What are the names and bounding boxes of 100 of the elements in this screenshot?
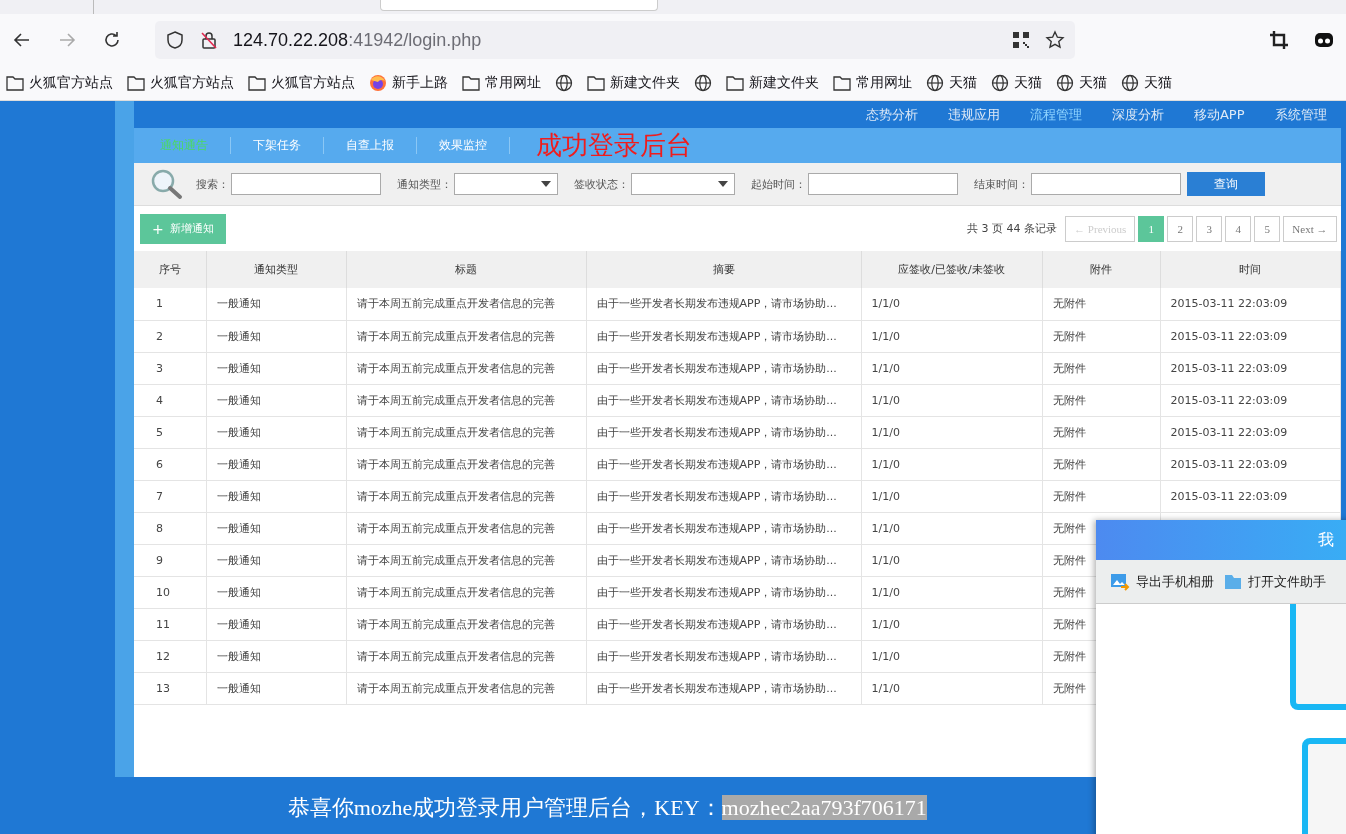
table-cell: 无附件 (1042, 448, 1160, 480)
nav-tab[interactable]: 深度分析 (1111, 105, 1164, 124)
sub-tab[interactable]: 效果监控 (417, 137, 510, 154)
page-button[interactable]: 2 (1167, 215, 1194, 242)
table-cell: 5 (134, 416, 206, 448)
bookmark[interactable]: 新建文件夹 (726, 74, 819, 92)
column-header: 时间 (1160, 251, 1340, 288)
table-cell: 一般通知 (206, 480, 346, 512)
filter-input[interactable] (231, 173, 381, 195)
success-message: 恭喜你mozhe成功登录用户管理后台，KEY：mozhec2aa793f706171 (287, 793, 927, 822)
crop-icon[interactable] (1269, 30, 1289, 50)
nav-tab[interactable]: 流程管理 (1029, 105, 1082, 124)
bookmark[interactable]: 常用网址 (833, 74, 912, 92)
folder-icon (127, 75, 145, 91)
nav-tab[interactable]: 系统管理 (1274, 105, 1327, 124)
folder-icon (248, 75, 266, 91)
bookmark[interactable]: 天猫 (1056, 74, 1107, 92)
table-cell: 请于本周五前完成重点开发者信息的完善 (346, 672, 586, 704)
folder-icon (833, 75, 851, 91)
folder-icon (462, 75, 480, 91)
nav-tab[interactable]: 移动APP (1193, 105, 1245, 124)
table-cell: 由于一些开发者长期发布违规APP，请市场协助... (586, 416, 861, 448)
search-icon (150, 168, 184, 200)
record-summary: 共 3 页 44 条记录 (967, 221, 1058, 236)
nav-tab[interactable]: 违规应用 (947, 105, 1000, 124)
fox-globe-icon (369, 74, 387, 92)
table-cell: 3 (134, 352, 206, 384)
table-cell: 无附件 (1042, 288, 1160, 320)
url-text: 124.70.22.208:41942/login.php (233, 29, 482, 51)
table-cell: 请于本周五前完成重点开发者信息的完善 (346, 640, 586, 672)
table-cell: 无附件 (1042, 320, 1160, 352)
bookmark[interactable]: 火狐官方站点 (248, 74, 355, 92)
nav-tab[interactable]: 态势分析 (865, 105, 918, 124)
table-cell: 7 (134, 480, 206, 512)
reload-icon[interactable] (102, 30, 122, 50)
table-cell: 请于本周五前完成重点开发者信息的完善 (346, 448, 586, 480)
table-cell: 8 (134, 512, 206, 544)
page-button[interactable]: 5 (1254, 215, 1281, 242)
bookmark[interactable]: 新建文件夹 (587, 74, 680, 92)
folder-icon (1224, 573, 1242, 590)
table-cell: 1/1/0 (861, 384, 1042, 416)
table-cell: 1/1/0 (861, 640, 1042, 672)
mask-icon[interactable] (1314, 30, 1334, 50)
filter-label: 通知类型： (397, 176, 452, 192)
bookmark[interactable]: 火狐官方站点 (127, 74, 234, 92)
filter-input[interactable] (808, 173, 958, 195)
table-cell: 一般通知 (206, 384, 346, 416)
bookmark[interactable]: 新手上路 (369, 74, 448, 92)
popup-action[interactable]: 打开文件助手 (1224, 572, 1326, 591)
star-icon[interactable] (1045, 30, 1065, 50)
table-cell: 请于本周五前完成重点开发者信息的完善 (346, 416, 586, 448)
table-cell: 1 (134, 288, 206, 320)
table-cell: 一般通知 (206, 576, 346, 608)
filter-input[interactable] (1031, 173, 1181, 195)
bookmark[interactable]: 天猫 (926, 74, 977, 92)
table-cell: 请于本周五前完成重点开发者信息的完善 (346, 480, 586, 512)
globe-icon (555, 74, 573, 92)
sub-tab[interactable]: 自查上报 (324, 137, 417, 154)
shield-icon[interactable] (165, 30, 185, 50)
bookmark[interactable]: 天猫 (991, 74, 1042, 92)
table-cell: 请于本周五前完成重点开发者信息的完善 (346, 608, 586, 640)
folder-icon (726, 75, 744, 91)
globe-icon (926, 74, 944, 92)
page-button[interactable]: 4 (1225, 215, 1252, 242)
folder-icon (6, 75, 24, 91)
table-cell: 无附件 (1042, 384, 1160, 416)
filter-label: 结束时间： (974, 176, 1029, 192)
filter-label: 起始时间： (751, 176, 806, 192)
bookmark[interactable]: 火狐官方站点 (6, 74, 113, 92)
filter-label: 搜索： (196, 176, 229, 192)
table-cell: 1/1/0 (861, 352, 1042, 384)
table-cell: 2015-03-11 22:03:09 (1160, 416, 1340, 448)
globe-icon (1056, 74, 1074, 92)
table-cell: 6 (134, 448, 206, 480)
table-cell: 4 (134, 384, 206, 416)
table-cell: 一般通知 (206, 416, 346, 448)
page-button[interactable]: 3 (1196, 215, 1223, 242)
query-button[interactable]: 查询 (1187, 172, 1265, 196)
table-cell: 1/1/0 (861, 544, 1042, 576)
bookmark[interactable]: 常用网址 (462, 74, 541, 92)
filter-label: 签收状态： (574, 176, 629, 192)
globe-icon (1121, 74, 1139, 92)
table-cell: 11 (134, 608, 206, 640)
sub-tab[interactable]: 下架任务 (231, 137, 324, 154)
banner-text: 成功登录后台 (536, 129, 692, 162)
insecure-lock-icon[interactable] (199, 30, 219, 50)
bookmark[interactable]: 天猫 (1121, 74, 1172, 92)
table-cell: 由于一些开发者长期发布违规APP，请市场协助... (586, 608, 861, 640)
qr-code-icon[interactable] (1011, 30, 1031, 50)
table-cell: 2015-03-11 22:03:09 (1160, 352, 1340, 384)
table-cell: 由于一些开发者长期发布违规APP，请市场协助... (586, 448, 861, 480)
table-cell: 1/1/0 (861, 448, 1042, 480)
table-cell: 由于一些开发者长期发布违规APP，请市场协助... (586, 480, 861, 512)
table-cell: 1/1/0 (861, 480, 1042, 512)
bookmark[interactable] (555, 74, 573, 92)
page-button[interactable]: Next → (1283, 215, 1337, 242)
address-bar[interactable]: 124.70.22.208:41942/login.php (155, 21, 1075, 59)
table-cell: 2015-03-11 22:03:09 (1160, 320, 1340, 352)
table-cell: 13 (134, 672, 206, 704)
bookmark[interactable] (694, 74, 712, 92)
